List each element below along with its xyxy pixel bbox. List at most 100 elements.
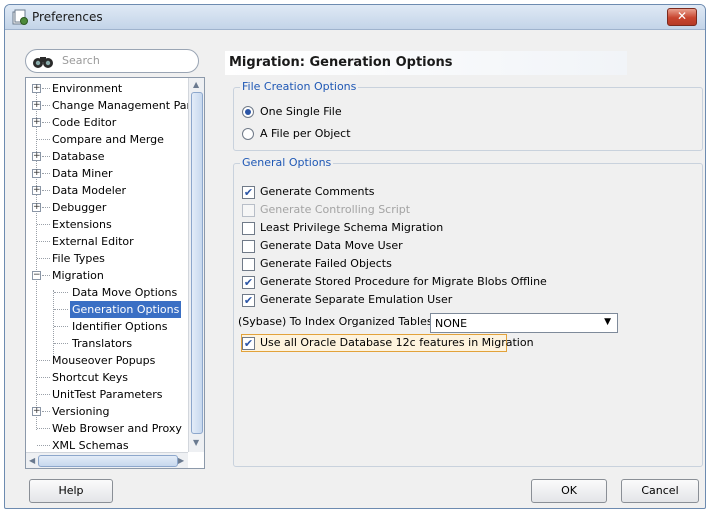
ok-button[interactable]: OK	[531, 479, 607, 503]
cancel-button[interactable]: Cancel	[621, 479, 699, 503]
close-icon: ✕	[676, 9, 688, 23]
checkbox-label: Generate Controlling Script	[260, 203, 411, 216]
close-button[interactable]: ✕	[667, 8, 697, 26]
help-button[interactable]: Help	[29, 479, 113, 503]
tree-connector	[37, 224, 50, 225]
page-title: Migration: Generation Options	[229, 55, 453, 70]
tree-horizontal-scrollbar[interactable]: ◀ ▶	[26, 452, 188, 468]
cancel-button-label: Cancel	[641, 484, 679, 497]
page-header: Migration: Generation Options	[225, 51, 627, 75]
search-box[interactable]: Search	[25, 49, 199, 73]
tree-item-label: Mouseover Popups	[52, 354, 156, 367]
radio-button[interactable]	[242, 128, 254, 140]
tree-item-label: Shortcut Keys	[52, 371, 129, 384]
checkbox-label: Generate Comments	[260, 185, 375, 198]
tree-item-label: Migration	[52, 269, 104, 282]
tree-connector	[54, 309, 68, 310]
tree-item-label: Code Editor	[52, 116, 117, 129]
chevron-down-icon[interactable]: ▼	[604, 317, 611, 327]
tree-connector	[42, 88, 50, 89]
tree-connector	[42, 122, 50, 123]
tree-item-label: Compare and Merge	[52, 133, 164, 146]
tree-item-label: Web Browser and Proxy	[52, 422, 182, 435]
checkbox-label: Generate Data Move User	[260, 239, 403, 252]
scroll-left-icon[interactable]: ◀	[29, 456, 35, 465]
tree-item-label: Database	[52, 150, 105, 163]
expand-icon[interactable]: +	[32, 203, 41, 212]
tree-vertical-scrollbar[interactable]: ▲ ▼	[188, 78, 204, 452]
tree-connector	[42, 411, 50, 412]
scrollbar-thumb[interactable]	[38, 455, 178, 467]
checkbox-label: Least Privilege Schema Migration	[260, 221, 444, 234]
checkbox-label: Generate Separate Emulation User	[260, 293, 453, 306]
checkbox[interactable]: ✔	[242, 337, 255, 350]
tree-item-label: Identifier Options	[72, 320, 168, 333]
scroll-down-icon[interactable]: ▼	[193, 438, 199, 447]
checkbox[interactable]	[242, 240, 255, 253]
checkbox[interactable]: ✔	[242, 294, 255, 307]
radio-button-selected[interactable]	[242, 106, 254, 118]
checkbox[interactable]: ✔	[242, 276, 255, 289]
tree-item-label: Debugger	[52, 201, 107, 214]
checkbox[interactable]	[242, 222, 255, 235]
tree-connector	[54, 343, 68, 344]
checkbox[interactable]	[242, 258, 255, 271]
tree-item-label-selected: Generation Options	[70, 301, 182, 318]
tree-connector	[37, 377, 50, 378]
group-legend: General Options	[240, 156, 334, 169]
tree-connector	[37, 139, 50, 140]
checkbox-use-oracle-12c-features[interactable]: ✔ Use all Oracle Database 12c features i…	[241, 334, 534, 352]
radio-label: One Single File	[260, 105, 342, 118]
tree-connector	[42, 207, 50, 208]
expand-icon[interactable]: +	[32, 101, 41, 110]
tree-item-label: Versioning	[52, 405, 110, 418]
tree-connector	[42, 156, 50, 157]
tree-item-label: Translators	[72, 337, 133, 350]
tree-connector	[37, 445, 50, 446]
group-legend: File Creation Options	[240, 80, 359, 93]
expand-icon[interactable]: +	[32, 169, 41, 178]
help-button-label: Help	[58, 484, 84, 497]
tree-connector	[42, 173, 50, 174]
checkbox[interactable]: ✔	[242, 186, 255, 199]
collapse-icon[interactable]: −	[32, 271, 41, 280]
tree-connector	[37, 241, 50, 242]
tree-item-label: External Editor	[52, 235, 134, 248]
index-organized-tables-label: (Sybase) To Index Organized Tables	[238, 315, 433, 328]
preferences-tree[interactable]: + Environment + Change Management Paran …	[25, 77, 205, 469]
tree-connector	[37, 258, 50, 259]
expand-icon[interactable]: +	[32, 118, 41, 127]
tree-item-label: Change Management Paran	[52, 99, 205, 112]
scroll-right-icon[interactable]: ▶	[178, 456, 184, 465]
tree-connector	[37, 428, 50, 429]
index-organized-tables-dropdown[interactable]: NONE ▼	[430, 313, 618, 333]
expand-icon[interactable]: +	[32, 84, 41, 93]
tree-connector	[42, 105, 50, 106]
scrollbar-thumb[interactable]	[191, 92, 203, 434]
tree-item-label: Environment	[52, 82, 123, 95]
expand-icon[interactable]: +	[32, 407, 41, 416]
expand-icon[interactable]: +	[32, 186, 41, 195]
tree-connector	[37, 394, 50, 395]
scroll-up-icon[interactable]: ▲	[193, 80, 199, 89]
tree-connector	[54, 292, 68, 293]
checkbox-disabled	[242, 204, 255, 217]
tree-item-label: UnitTest Parameters	[52, 388, 163, 401]
search-input[interactable]: Search	[62, 54, 100, 67]
title-bar: Preferences ✕	[5, 5, 705, 30]
tree-item-label: Extensions	[52, 218, 112, 231]
tree-connector	[42, 275, 50, 276]
expand-icon[interactable]: +	[32, 152, 41, 161]
tree-item-label: File Types	[52, 252, 105, 265]
preferences-app-icon	[12, 9, 28, 25]
checkbox-label: Generate Stored Procedure for Migrate Bl…	[260, 275, 547, 288]
radio-label: A File per Object	[260, 127, 351, 140]
tree-item-label: Data Move Options	[72, 286, 178, 299]
tree-connector	[54, 326, 68, 327]
tree-connector	[42, 190, 50, 191]
checkbox-label: Use all Oracle Database 12c features in …	[260, 336, 534, 349]
binoculars-icon	[33, 57, 53, 68]
tree-item-label: Data Modeler	[52, 184, 127, 197]
tree-item-label: Data Miner	[52, 167, 113, 180]
tree-connector	[37, 360, 50, 361]
